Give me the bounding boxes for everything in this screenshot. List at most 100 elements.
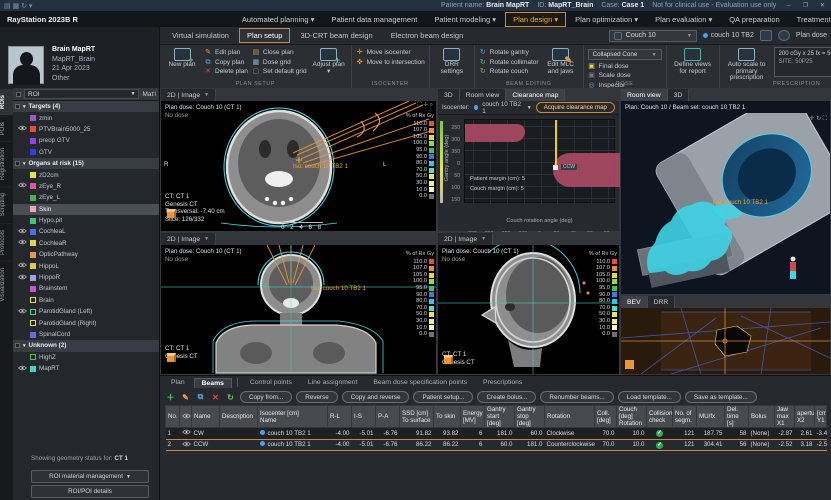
visibility-eye-icon[interactable] xyxy=(17,274,27,282)
roi-item-preop-gtv[interactable]: preop GTV xyxy=(13,135,159,146)
create-bolus-button[interactable]: Create bolus... xyxy=(477,391,536,403)
beam-visibility-icon[interactable] xyxy=(180,439,192,451)
visibility-eye-icon[interactable] xyxy=(17,239,27,247)
move-isocenter-button[interactable]: ✛Move isocenter xyxy=(356,49,425,56)
dose-grid-button[interactable]: ▦Dose grid xyxy=(252,59,307,66)
roi-item-gtv[interactable]: GTV xyxy=(13,147,159,158)
visibility-eye-icon[interactable] xyxy=(17,228,27,236)
panel-clearance-map[interactable]: 3DRoom viewClearance map Isocenter: couc… xyxy=(437,88,620,232)
couch-select[interactable]: Couch 10▼ xyxy=(609,30,697,42)
prescription-summary[interactable]: 200 cGy x 25 fx = 5000 cGy SITE: 50P25 xyxy=(774,47,831,77)
define-views-button[interactable]: Define views for report xyxy=(671,47,715,75)
viewport-coronal-tab[interactable]: 2D | Image▼ xyxy=(161,233,216,245)
copy-plan-button[interactable]: ⧉Copy plan xyxy=(204,59,248,66)
sidebar-tab-visualization[interactable]: Visualization xyxy=(0,261,13,308)
sidebar-tab-pois[interactable]: POIs xyxy=(0,115,13,141)
roi-item-opticpathway[interactable]: OpticPathway xyxy=(13,249,159,260)
roi-item-spinalcord[interactable]: SpinalCord xyxy=(13,329,159,340)
sidebar-tab-scripting[interactable]: Scripting xyxy=(0,186,13,222)
dose-globe-icon[interactable] xyxy=(778,30,790,41)
viewport-axial[interactable]: 2D | Image▼ Plan dose: Couch 10 (CT 1) N… xyxy=(160,88,437,232)
roi-item-brainstem[interactable]: Brainstem xyxy=(13,283,159,294)
menu-tab-automated-planning[interactable]: Automated planning ▾ xyxy=(234,12,323,27)
delete-beam-icon[interactable]: ✕ xyxy=(210,393,221,402)
menu-tab-treatment-delivery[interactable]: Treatment delivery ▾ xyxy=(789,12,831,27)
roi-type-select[interactable]: ROI▼ xyxy=(24,89,139,99)
delete-plan-button[interactable]: ✕Delete plan xyxy=(204,68,248,75)
sidebar-tab-registration[interactable]: Registration xyxy=(0,141,13,186)
roi-item-zd2cm[interactable]: zD2cm xyxy=(13,169,159,180)
roi-item-brain[interactable]: Brain xyxy=(13,295,159,306)
auto-scale-button[interactable]: Auto scale to primary prescription xyxy=(724,47,770,82)
visibility-eye-icon[interactable] xyxy=(17,182,27,190)
menu-tab-plan-design[interactable]: Plan design ▾ xyxy=(505,12,566,27)
menu-tab-patient-modeling[interactable]: Patient modeling ▾ xyxy=(426,12,504,27)
save-as-template-button[interactable]: Save as template... xyxy=(685,391,757,403)
set-default-grid-button[interactable]: ▢Set default grid xyxy=(252,68,307,75)
add-beam-icon[interactable]: ＋ xyxy=(165,392,176,403)
bev-tab-drr[interactable]: DRR xyxy=(648,296,676,308)
bev-tab-bev[interactable]: BEV xyxy=(621,296,648,308)
copy-from-button[interactable]: Copy from... xyxy=(240,391,292,403)
roi-material-management-button[interactable]: ROI material management▼ xyxy=(31,470,149,483)
menu-tab-plan-optimization[interactable]: Plan optimization ▾ xyxy=(567,12,646,27)
beams-tab-control-points[interactable]: Control points xyxy=(243,378,299,387)
section-checkbox[interactable] xyxy=(15,104,20,109)
section-checkbox[interactable] xyxy=(15,161,20,166)
beam-set-select[interactable]: couch 10 TB2 xyxy=(703,32,754,39)
reverse-button[interactable]: Reverse xyxy=(296,391,337,403)
visibility-eye-icon[interactable] xyxy=(17,262,27,270)
couch-angle-marker[interactable] xyxy=(553,165,558,170)
panel-room-view[interactable]: Room view3D Plan: Couch 10 / Beam set: c… xyxy=(620,88,831,295)
roi-section-unknown-2[interactable]: ▾Unknown (2) xyxy=(13,340,159,351)
plan-dose-label[interactable]: Plan dose xyxy=(796,32,827,39)
renumber-beams-button[interactable]: Renumber beams... xyxy=(540,391,613,403)
copy-and-reverse-button[interactable]: Copy and reverse xyxy=(342,391,410,403)
roi-all-checkbox[interactable] xyxy=(16,92,21,97)
refresh-beams-icon[interactable]: ↻ xyxy=(225,393,236,402)
clearance-tab-clearance-map[interactable]: Clearance map xyxy=(506,89,565,101)
roi-item-parotidgland-right[interactable]: ParotidGland (Right) xyxy=(13,317,159,328)
edit-mlc-button[interactable]: ✎ Edit MLC and jaws xyxy=(543,47,579,75)
isocenter-value[interactable]: couch 10 TB2 1 xyxy=(482,101,523,115)
workspace-tab-3d-crt-beam-design[interactable]: 3D-CRT beam design xyxy=(292,28,380,43)
roi-item-highz[interactable]: HighZ xyxy=(13,352,159,363)
menu-tab-patient-data-management[interactable]: Patient data management xyxy=(323,12,425,27)
acquire-clearance-map-button[interactable]: Acquire clearance map xyxy=(536,102,615,113)
clearance-tab-room-view[interactable]: Room view xyxy=(460,89,507,101)
roi-item-ptvbrain5000-25[interactable]: PTVBrain5000_25 xyxy=(13,124,159,135)
beams-tab-beam-dose-specification-points[interactable]: Beam dose specification points xyxy=(366,378,474,387)
roi-item-parotidgland-left[interactable]: ParotidGland (Left) xyxy=(13,306,159,317)
rotate-couch-button[interactable]: ↻Rotate couch xyxy=(479,68,539,75)
visibility-eye-icon[interactable] xyxy=(17,125,27,133)
beam-row[interactable]: 1CWcouch 10 TB2 1-4.00-5.01-6.7691.8293.… xyxy=(166,428,827,440)
beam-row[interactable]: 2CCWcouch 10 TB2 1-4.00-5.01-6.7686.2286… xyxy=(166,439,827,451)
roi-item-cochlear[interactable]: CochleaR xyxy=(13,238,159,249)
patient-setup-button[interactable]: Patient setup... xyxy=(413,391,473,403)
roi-item-zeye-l[interactable]: zEye_L xyxy=(13,192,159,203)
view-option-icon[interactable] xyxy=(760,30,772,41)
couch-angle-marker-line[interactable] xyxy=(555,120,557,166)
section-checkbox[interactable] xyxy=(15,343,20,348)
panel-bev[interactable]: BEVDRR xyxy=(620,295,831,375)
drr-settings-button[interactable]: DRR settings xyxy=(434,47,470,75)
close-plan-button[interactable]: ▤Close plan xyxy=(252,49,307,56)
viewport-axial-tab[interactable]: 2D | Image▼ xyxy=(161,89,216,101)
load-template-button[interactable]: Load template... xyxy=(618,391,681,403)
clearance-tab-3d[interactable]: 3D xyxy=(438,89,460,101)
minimize-button[interactable]: ─ xyxy=(784,3,792,9)
roi-item-skin[interactable]: Skin xyxy=(13,204,159,215)
viewport-sagittal-tab[interactable]: 2D | Image▼ xyxy=(438,233,493,245)
edit-beam-icon[interactable]: ✎ xyxy=(180,393,191,402)
workspace-tab-electron-beam-design[interactable]: Electron beam design xyxy=(383,28,472,43)
menu-tab-qa-preparation[interactable]: QA preparation xyxy=(721,12,787,27)
sidebar-tab-rois[interactable]: ROIs xyxy=(0,88,13,115)
roi-section-organs-at-risk-15[interactable]: ▾Organs at risk (15) xyxy=(13,158,159,169)
room-tab-3d[interactable]: 3D xyxy=(668,89,690,101)
close-button[interactable]: ✕ xyxy=(818,2,827,9)
beams-tab-prescriptions[interactable]: Prescriptions xyxy=(476,378,529,387)
edit-plan-button[interactable]: ✎Edit plan xyxy=(204,49,248,56)
roi-item-zeye-r[interactable]: zEye_R xyxy=(13,181,159,192)
adjust-plan-button[interactable]: + Adjust plan ▾ xyxy=(311,47,347,75)
beams-tab-line-assignment[interactable]: Line assignment xyxy=(301,378,365,387)
